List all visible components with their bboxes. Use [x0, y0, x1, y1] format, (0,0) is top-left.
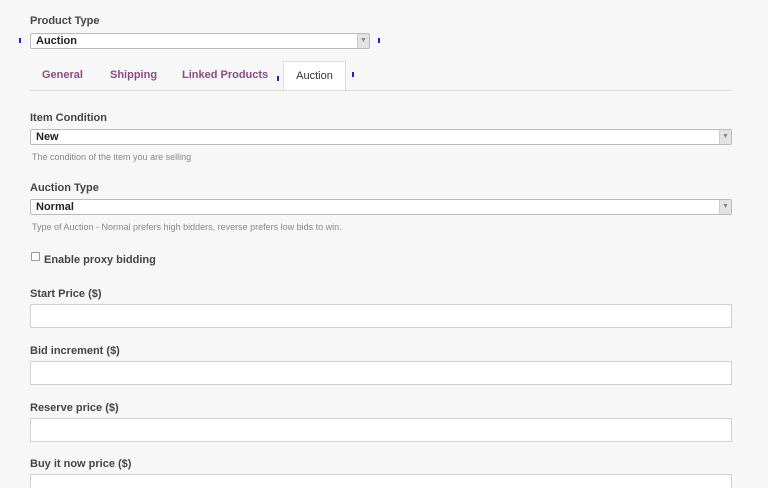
auction-type-hint: Type of Auction - Normal prefers high bi…: [32, 222, 342, 232]
marker-icon: [277, 76, 279, 81]
product-type-select[interactable]: Auction ▼: [30, 33, 370, 49]
marker-icon: [19, 38, 21, 43]
chevron-down-icon: ▼: [719, 200, 731, 214]
proxy-bidding-checkbox[interactable]: [31, 252, 40, 261]
start-price-label: Start Price ($): [30, 288, 102, 300]
item-condition-hint: The condition of the item you are sellin…: [32, 152, 192, 162]
chevron-down-icon: ▼: [719, 130, 731, 144]
auction-type-select[interactable]: Normal ▼: [30, 199, 732, 215]
reserve-price-label: Reserve price ($): [30, 402, 119, 414]
item-condition-value: New: [36, 131, 59, 143]
marker-icon: [378, 38, 380, 43]
bid-increment-input[interactable]: [30, 361, 732, 385]
tab-divider: [30, 90, 732, 91]
proxy-bidding-label: Enable proxy bidding: [44, 254, 156, 266]
item-condition-label: Item Condition: [30, 112, 107, 124]
auction-type-label: Auction Type: [30, 182, 99, 194]
reserve-price-input[interactable]: [30, 418, 732, 442]
buy-it-now-input[interactable]: [30, 474, 732, 488]
product-type-label: Product Type: [30, 15, 100, 27]
tab-auction[interactable]: Auction: [283, 61, 346, 91]
marker-icon: [352, 72, 354, 77]
tab-linked-products[interactable]: Linked Products: [182, 69, 268, 81]
tab-shipping[interactable]: Shipping: [110, 69, 157, 81]
tab-general[interactable]: General: [42, 69, 83, 81]
bid-increment-label: Bid increment ($): [30, 345, 120, 357]
chevron-down-icon: ▼: [357, 34, 369, 48]
auction-type-value: Normal: [36, 201, 74, 213]
item-condition-select[interactable]: New ▼: [30, 129, 732, 145]
product-type-value: Auction: [36, 35, 77, 47]
start-price-input[interactable]: [30, 304, 732, 328]
buy-it-now-label: Buy it now price ($): [30, 458, 132, 470]
